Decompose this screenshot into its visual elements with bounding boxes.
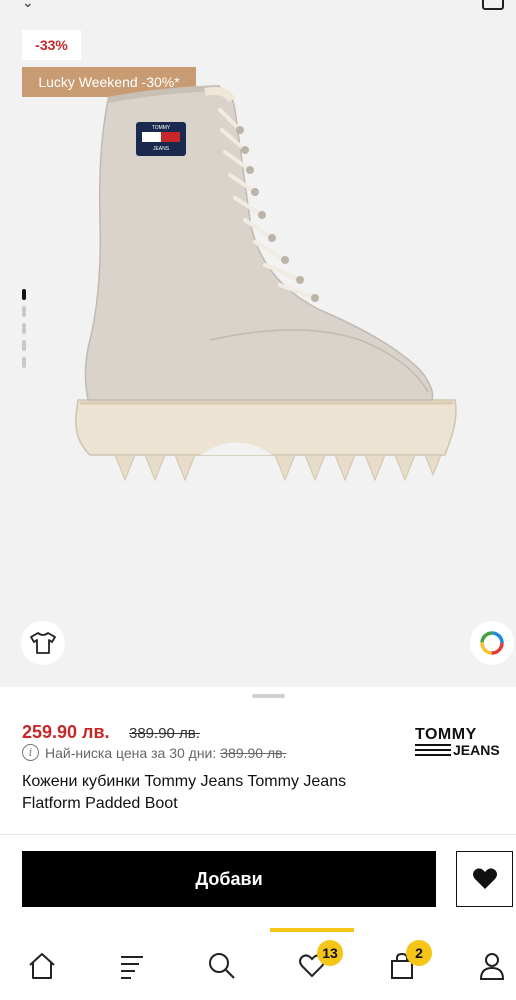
gallery-dot[interactable] <box>22 306 26 317</box>
boot-patch-text-top: TOMMY <box>152 125 171 131</box>
cart-count-badge: 2 <box>406 940 432 966</box>
nav-profile[interactable] <box>472 946 512 986</box>
lowest-price-row: i Най-ниска цена за 30 дни: 389.90 лв. <box>22 744 286 761</box>
nav-home[interactable] <box>22 946 62 986</box>
favorites-count-badge: 13 <box>317 940 343 966</box>
nav-categories[interactable] <box>112 946 152 986</box>
lowest-price-value: 389.90 лв. <box>220 744 287 761</box>
favorite-button[interactable] <box>456 851 513 907</box>
heart-filled-icon <box>472 868 497 889</box>
info-icon[interactable]: i <box>22 744 39 761</box>
nav-active-indicator <box>270 928 354 932</box>
gallery-pagination <box>22 289 26 374</box>
search-icon <box>209 953 235 979</box>
gallery-dot[interactable] <box>22 340 26 351</box>
old-price: 389.90 лв. <box>129 725 200 742</box>
bottom-navigation: 13 2 <box>0 928 516 1000</box>
size-guide-button[interactable] <box>21 621 65 665</box>
menu-icon <box>121 956 143 979</box>
sheet-drag-handle[interactable] <box>252 694 285 698</box>
brand-logo-line1: TOMMY <box>415 726 477 743</box>
add-to-cart-button[interactable]: Добави <box>22 851 436 907</box>
brand-logo-line2: JEANS <box>453 742 500 758</box>
brand-logo-bars <box>415 744 451 756</box>
boot-patch-text-bottom: JEANS <box>153 146 170 152</box>
user-icon <box>479 953 505 980</box>
product-image-boot[interactable]: TOMMY JEANS <box>60 70 470 500</box>
divider <box>0 834 516 835</box>
share-icon[interactable] <box>482 0 504 10</box>
product-gallery[interactable]: ⌄ -33% Lucky Weekend -30%* TOMMY JEANS <box>0 0 516 687</box>
home-icon <box>29 953 55 979</box>
gallery-dot[interactable] <box>22 323 26 334</box>
discount-badge: -33% <box>22 30 81 60</box>
tshirt-icon <box>30 632 56 654</box>
nav-search[interactable] <box>202 946 242 986</box>
lowest-price-label: Най-ниска цена за 30 дни: <box>45 744 217 761</box>
gallery-dot[interactable] <box>22 357 26 368</box>
color-wheel-icon <box>480 631 504 655</box>
chevron-down-icon[interactable]: ⌄ <box>22 0 44 10</box>
current-price: 259.90 лв. <box>22 722 110 742</box>
color-picker-button[interactable] <box>470 621 514 665</box>
brand-logo[interactable]: TOMMY JEANS <box>415 727 501 757</box>
product-title: Кожени кубинки Tommy Jeans Tommy Jeans F… <box>22 773 347 812</box>
gallery-dot-active[interactable] <box>22 289 26 300</box>
